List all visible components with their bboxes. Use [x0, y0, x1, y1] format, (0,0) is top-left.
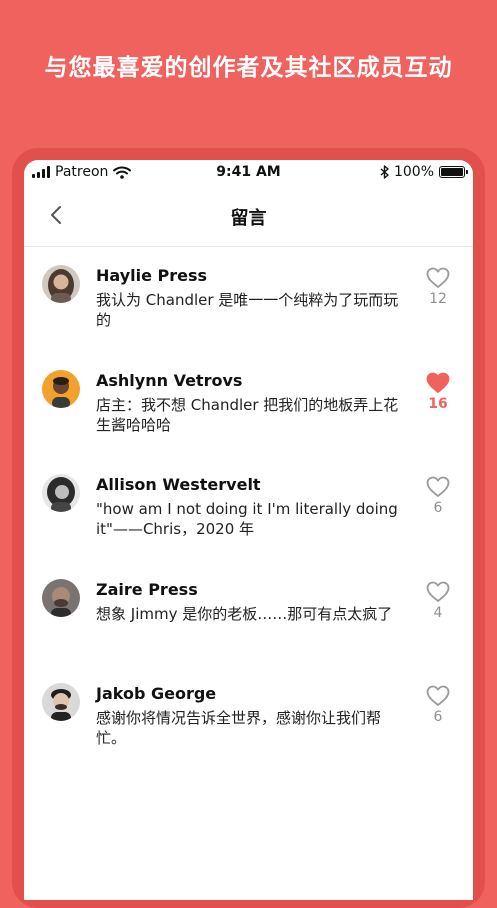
- comment-text: 想象 Jimmy 是你的老板……那可有点太疯了: [96, 604, 393, 623]
- comment-list: Haylie Press 我认为 Chandler 是唯一一个纯粹为了玩而玩的 …: [24, 247, 473, 770]
- like-count: 16: [428, 395, 448, 412]
- comment-author[interactable]: Allison Westervelt: [96, 475, 261, 494]
- like-count: 12: [429, 291, 447, 307]
- nav-bar: 留言: [24, 184, 473, 247]
- page-title: 留言: [230, 208, 267, 229]
- comment-item: Haylie Press 我认为 Chandler 是唯一一个纯粹为了玩而玩的 …: [24, 247, 473, 352]
- avatar[interactable]: [42, 265, 80, 303]
- like-button[interactable]: 6: [422, 685, 454, 725]
- like-button[interactable]: 4: [422, 581, 454, 621]
- battery-icon: [439, 166, 468, 178]
- heart-outline-icon: [426, 685, 450, 706]
- comment-text: 我认为 Chandler 是唯一一个纯粹为了玩而玩的: [96, 291, 399, 329]
- comment-author[interactable]: Ashlynn Vetrovs: [96, 371, 242, 390]
- comment-text: "how am I not doing it I'm literally doi…: [96, 500, 398, 538]
- comment-author[interactable]: Zaire Press: [96, 580, 198, 599]
- status-right: 100%: [380, 164, 468, 180]
- promo-headline: 与您最喜爱的创作者及其社区成员互动: [44, 55, 453, 81]
- avatar[interactable]: [42, 683, 80, 721]
- comment-item: Zaire Press 想象 Jimmy 是你的老板……那可有点太疯了 4: [24, 561, 473, 666]
- comment-item: Allison Westervelt "how am I not doing i…: [24, 456, 473, 561]
- avatar[interactable]: [42, 578, 80, 617]
- battery-percent: 100%: [393, 164, 434, 180]
- like-button[interactable]: 6: [422, 476, 454, 516]
- heart-outline-icon: [426, 581, 450, 602]
- comment-item: Ashlynn Vetrovs 店主：我不想 Chandler 把我们的地板弄上…: [24, 352, 473, 457]
- heart-filled-icon: [426, 372, 450, 393]
- heart-outline-icon: [426, 476, 450, 497]
- avatar[interactable]: [42, 474, 80, 512]
- comment-text: 感谢你将情况告诉全世界，感谢你让我们帮忙。: [96, 709, 382, 747]
- comment-item: Jakob George 感谢你将情况告诉全世界，感谢你让我们帮忙。 6: [24, 665, 473, 770]
- heart-outline-icon: [426, 267, 450, 288]
- comment-author[interactable]: Jakob George: [96, 684, 216, 703]
- like-button[interactable]: 16: [422, 372, 454, 412]
- like-count: 6: [433, 709, 443, 725]
- status-bar: Patreon 9:41 AM 100%: [24, 160, 473, 184]
- comment-author[interactable]: Haylie Press: [96, 266, 207, 285]
- like-button[interactable]: 12: [422, 267, 454, 307]
- like-count: 4: [433, 604, 443, 621]
- bluetooth-icon: [380, 165, 389, 179]
- avatar[interactable]: [42, 369, 80, 408]
- phone-screen: Patreon 9:41 AM 100% 留言 Haylie Press 我认为…: [24, 160, 473, 900]
- comment-text: 店主：我不想 Chandler 把我们的地板弄上花生酱哈哈哈: [96, 395, 399, 434]
- like-count: 6: [433, 500, 443, 516]
